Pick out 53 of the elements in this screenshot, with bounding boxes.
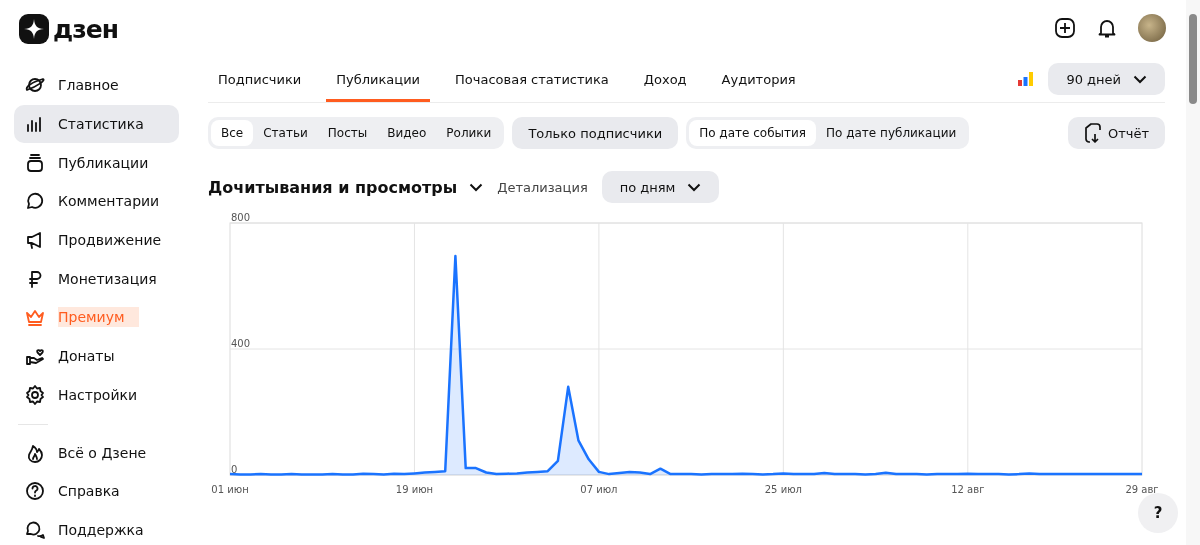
content-type-filter[interactable]: Все: [211, 120, 254, 146]
notification-bell-icon[interactable]: [1096, 17, 1118, 39]
stack-icon: [24, 151, 46, 174]
content-type-filter[interactable]: Посты: [317, 120, 378, 146]
tab[interactable]: Аудитория: [711, 56, 806, 102]
date-mode-filter[interactable]: По дате публикации: [816, 120, 967, 146]
x-axis-label: 25 июл: [764, 484, 802, 495]
chevron-down-icon: [1133, 74, 1147, 84]
sidebar-item[interactable]: Всё о Дзене: [14, 433, 179, 472]
subscribers-only-button[interactable]: Только подписчики: [512, 117, 679, 149]
y-axis-label: 0: [231, 464, 238, 475]
x-axis-label: 01 июн: [211, 484, 249, 495]
y-axis-label: 400: [231, 338, 251, 349]
help-button[interactable]: ?: [1138, 493, 1178, 533]
date-mode-filter[interactable]: По дате события: [689, 120, 817, 146]
scrollbar-thumb[interactable]: [1189, 14, 1197, 104]
content-type-filter[interactable]: Статьи: [253, 120, 318, 146]
report-button[interactable]: Отчёт: [1067, 117, 1165, 149]
sidebar-item[interactable]: Донаты: [14, 336, 179, 376]
logo-icon: [19, 14, 49, 44]
sidebar-item[interactable]: Поддержка: [14, 510, 179, 545]
sidebar-item[interactable]: Комментарии: [14, 182, 179, 221]
x-axis-label: 07 июл: [580, 484, 618, 495]
x-axis-label: 29 авг: [1125, 484, 1159, 495]
y-axis-label: 800: [231, 212, 251, 223]
sidebar-item[interactable]: Справка: [14, 471, 179, 511]
sidebar-item[interactable]: Главное: [14, 66, 179, 105]
download-document-icon: [1083, 122, 1104, 144]
detail-label: Детализация: [497, 179, 588, 195]
period-dropdown[interactable]: 90 дней: [1048, 63, 1165, 95]
x-axis-label: 12 авг: [951, 484, 985, 495]
chevron-down-icon: [687, 182, 702, 192]
content-type-filter[interactable]: Видео: [377, 120, 437, 146]
sidebar-item[interactable]: Статистика: [14, 104, 179, 144]
sidebar-item[interactable]: Монетизация: [14, 259, 179, 299]
logo-text: дзен: [53, 14, 118, 44]
add-icon[interactable]: [1054, 17, 1076, 39]
detail-dropdown[interactable]: по дням: [601, 171, 720, 203]
tab[interactable]: Почасовая статистика: [445, 56, 619, 102]
chevron-down-icon: [469, 182, 484, 192]
sidebar-item[interactable]: Продвижение: [14, 220, 179, 260]
tab[interactable]: Публикации: [326, 56, 431, 102]
bar-chart-icon: [1018, 72, 1035, 86]
tab[interactable]: Подписчики: [208, 56, 312, 102]
sidebar-item[interactable]: Настройки: [14, 375, 179, 415]
metric-dropdown[interactable]: Дочитывания и просмотры: [208, 177, 484, 197]
help-icon: [24, 480, 46, 503]
content-type-filter[interactable]: Ролики: [436, 120, 502, 146]
x-axis-label: 19 июн: [395, 484, 434, 495]
tab[interactable]: Доход: [633, 56, 697, 102]
avatar[interactable]: [1138, 14, 1166, 42]
gear-icon: [24, 383, 46, 406]
sidebar-item[interactable]: Публикации: [14, 143, 179, 183]
